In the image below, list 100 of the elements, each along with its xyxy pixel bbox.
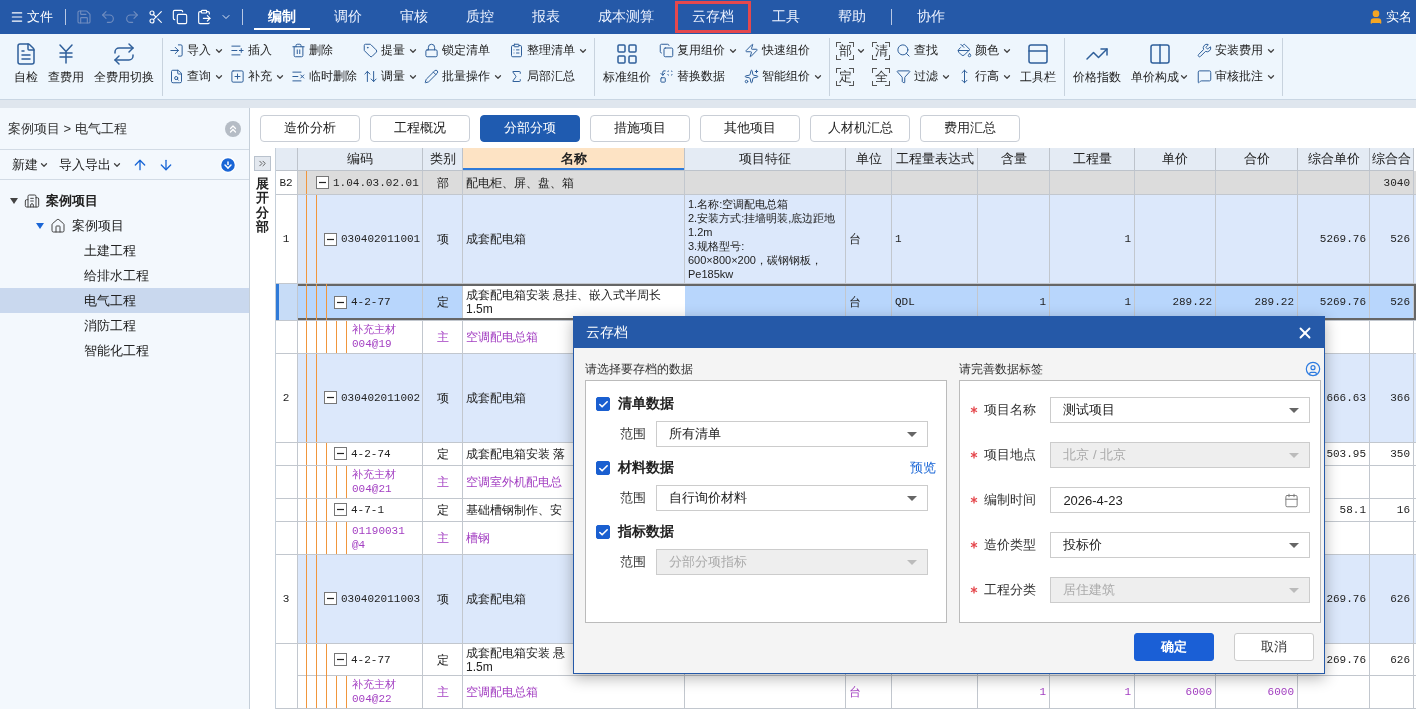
tree-item[interactable]: 案例项目 bbox=[0, 213, 249, 238]
preview-link[interactable]: 预览 bbox=[910, 459, 936, 477]
menu-tab[interactable]: 编制 bbox=[251, 1, 313, 33]
tree-item[interactable]: 土建工程 bbox=[0, 238, 249, 263]
file-menu[interactable]: 文件 bbox=[4, 8, 59, 26]
toolbar-button[interactable]: 局部汇总 bbox=[509, 68, 588, 85]
toolbar-button[interactable]: 智能组价 bbox=[744, 68, 823, 85]
toolbar-large-button[interactable]: 价格指数 bbox=[1071, 41, 1123, 86]
collapse-icon[interactable] bbox=[316, 176, 329, 190]
select-field[interactable]: 自行询价材料 bbox=[656, 485, 928, 511]
select-field[interactable]: 投标价 bbox=[1050, 532, 1310, 558]
toolbar-button[interactable]: 查找 bbox=[896, 42, 951, 59]
toolbar-button[interactable]: 插入 bbox=[230, 42, 285, 59]
toolbar-button[interactable]: 审核批注 bbox=[1197, 68, 1276, 85]
toolbar-button[interactable]: 替换数据 bbox=[659, 68, 738, 85]
help-person-icon[interactable] bbox=[1305, 361, 1321, 377]
view-tab[interactable]: 费用汇总 bbox=[920, 114, 1020, 142]
toolbar-large-button[interactable]: 标准组价 bbox=[601, 41, 653, 86]
toolbar-button[interactable]: 删除 bbox=[291, 42, 357, 59]
date-field[interactable]: 2026-4-23 bbox=[1050, 487, 1310, 513]
checkbox[interactable] bbox=[596, 461, 610, 475]
sidebar-tool-button[interactable]: 导入导出 bbox=[59, 155, 122, 174]
collapse-icon[interactable] bbox=[334, 503, 347, 517]
menu-tab[interactable]: 调价 bbox=[317, 1, 379, 33]
table-cell-text: 主 bbox=[436, 329, 449, 344]
column-header[interactable]: 工程量 bbox=[1050, 148, 1135, 172]
cancel-button[interactable]: 取消 bbox=[1234, 633, 1314, 661]
view-tab[interactable]: 措施项目 bbox=[590, 114, 690, 142]
toolbar-button[interactable]: 过滤 bbox=[896, 68, 951, 85]
collapse-icon[interactable] bbox=[324, 391, 337, 405]
collapse-icon[interactable] bbox=[324, 592, 337, 606]
menu-tab[interactable]: 审核 bbox=[383, 1, 445, 33]
select-field[interactable]: 测试项目 bbox=[1050, 397, 1310, 423]
column-header[interactable]: 合价 bbox=[1216, 148, 1298, 172]
row-number-cell[interactable]: 2 bbox=[276, 353, 298, 442]
column-header[interactable]: 单价 bbox=[1135, 148, 1216, 172]
collapse-icon[interactable] bbox=[334, 653, 347, 667]
toolbar-button[interactable]: 行高 bbox=[957, 68, 1012, 85]
row-number-cell[interactable]: B2 bbox=[276, 171, 298, 195]
tree-item[interactable]: 给排水工程 bbox=[0, 263, 249, 288]
toolbar-large-button[interactable]: 全费用切换 bbox=[92, 41, 156, 86]
column-header[interactable]: 单位 bbox=[846, 148, 892, 172]
confirm-button[interactable]: 确定 bbox=[1134, 633, 1214, 661]
view-tab[interactable]: 人材机汇总 bbox=[810, 114, 910, 142]
toolbar-button[interactable]: 批量操作 bbox=[424, 68, 503, 85]
expand-divisions-label[interactable]: 展开分部 bbox=[256, 177, 269, 235]
menu-tab[interactable]: 报表 bbox=[515, 1, 577, 33]
toolbar-large-button[interactable]: 自检 bbox=[12, 41, 40, 86]
menu-tab[interactable]: 帮助 bbox=[821, 1, 883, 33]
toolbar-button[interactable]: 复用组价 bbox=[659, 42, 738, 59]
tree-item[interactable]: 电气工程 bbox=[0, 288, 249, 313]
tree-item[interactable]: 消防工程 bbox=[0, 313, 249, 338]
collapse-icon[interactable] bbox=[324, 233, 337, 246]
menu-tab[interactable]: 质控 bbox=[449, 1, 511, 33]
column-header[interactable]: 工程量表达式 bbox=[892, 148, 978, 172]
menu-tab[interactable]: 协作 bbox=[900, 1, 962, 33]
toolbar-button[interactable]: 提量 bbox=[363, 42, 418, 59]
collapse-icon[interactable] bbox=[334, 447, 347, 461]
toolbar-button[interactable]: 锁定清单 bbox=[424, 42, 503, 59]
column-header[interactable]: 综合合 bbox=[1370, 148, 1414, 172]
menu-tab[interactable]: 工具 bbox=[755, 1, 817, 33]
download-icon[interactable] bbox=[219, 155, 237, 174]
tree-item[interactable]: 智能化工程 bbox=[0, 338, 249, 363]
collapse-icon[interactable] bbox=[334, 296, 347, 309]
column-header[interactable]: 编码 bbox=[298, 148, 423, 172]
view-tab[interactable]: 其他项目 bbox=[700, 114, 800, 142]
toolbar-button[interactable]: 安装费用 bbox=[1197, 42, 1276, 59]
view-tab[interactable]: 造价分析 bbox=[260, 114, 360, 142]
toolbar-large-button[interactable]: 单价构成 bbox=[1129, 41, 1191, 86]
tree-item[interactable]: 案例项目 bbox=[0, 188, 249, 213]
user-name[interactable]: 实名 bbox=[1386, 8, 1412, 26]
toolbar-button[interactable]: 调量 bbox=[363, 68, 418, 85]
toolbar-button[interactable]: 补充 bbox=[230, 68, 285, 85]
toolbar-button[interactable]: 快速组价 bbox=[744, 42, 823, 59]
toolbar-large-button[interactable]: 工具栏 bbox=[1018, 41, 1058, 86]
bracket-char-button[interactable]: 清 bbox=[872, 41, 890, 60]
row-number-cell[interactable]: 3 bbox=[276, 554, 298, 643]
column-header[interactable]: 综合单价 bbox=[1298, 148, 1370, 172]
sidebar-tool-button[interactable]: 新建 bbox=[12, 155, 49, 174]
row-number-cell[interactable] bbox=[276, 284, 298, 321]
toolbar-button[interactable]: 临时删除 bbox=[291, 68, 357, 85]
expand-triangle-icon[interactable] bbox=[10, 197, 18, 204]
bracket-char-button[interactable]: 全 bbox=[872, 67, 890, 86]
toolbar-button[interactable]: 颜色 bbox=[957, 42, 1012, 59]
column-header[interactable]: 含量 bbox=[978, 148, 1050, 172]
column-header[interactable]: 名称 bbox=[463, 148, 685, 172]
toolbar-button[interactable]: 查询 bbox=[169, 68, 224, 85]
row-number-cell[interactable]: 1 bbox=[276, 195, 298, 284]
toolbar-button[interactable]: 整理清单 bbox=[509, 42, 588, 59]
toolbar-button[interactable]: 导入 bbox=[169, 42, 224, 59]
select-field[interactable]: 所有清单 bbox=[656, 421, 928, 447]
column-header[interactable]: 类别 bbox=[423, 148, 463, 172]
checkbox[interactable] bbox=[596, 397, 610, 411]
column-header[interactable]: 项目特征 bbox=[685, 148, 846, 172]
menu-tab[interactable]: 成本测算 bbox=[581, 1, 671, 33]
toolbar-large-button[interactable]: 查费用 bbox=[46, 41, 86, 86]
view-tab[interactable]: 工程概况 bbox=[370, 114, 470, 142]
expand-triangle-icon[interactable] bbox=[36, 222, 44, 229]
menu-tab[interactable]: 云存档 bbox=[675, 1, 751, 33]
view-tab[interactable]: 分部分项 bbox=[480, 114, 580, 142]
